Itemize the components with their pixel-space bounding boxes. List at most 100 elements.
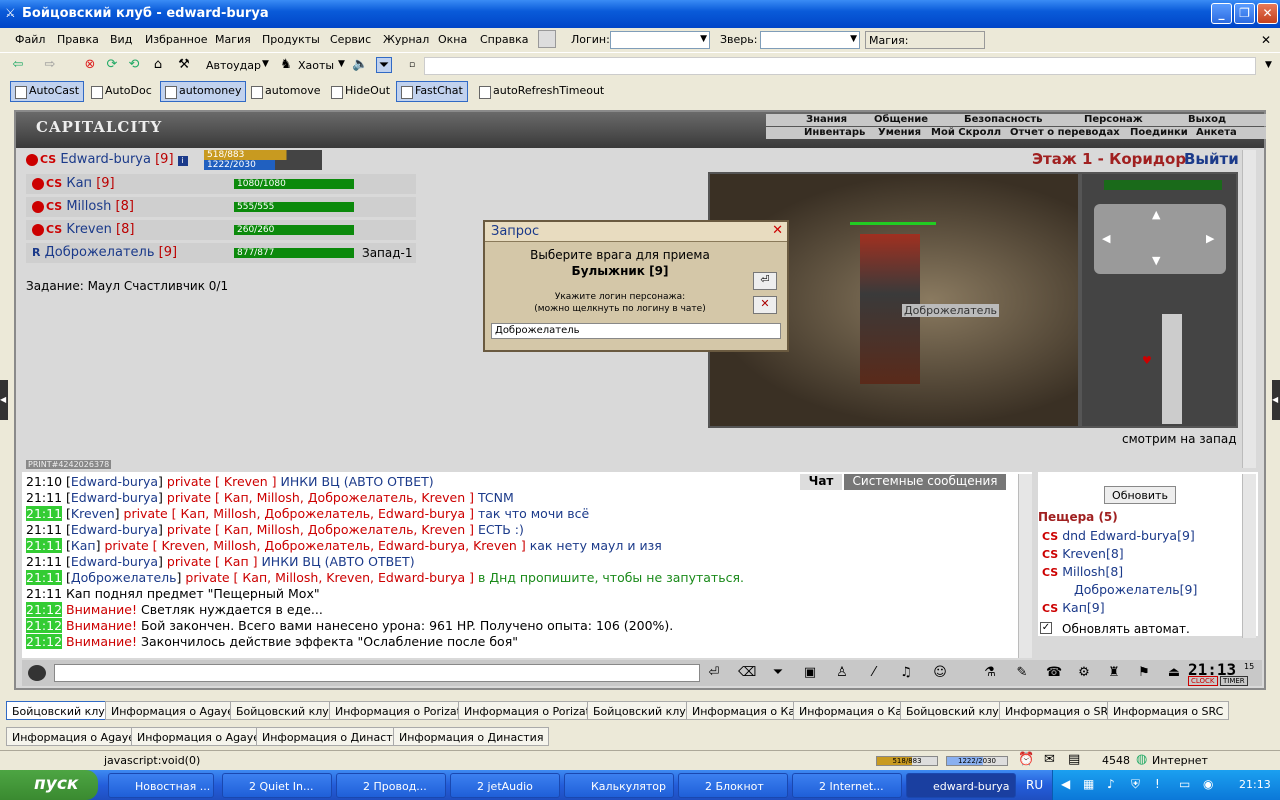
refresh-icon[interactable]: ⟳ — [104, 57, 120, 73]
nav-inventory[interactable]: Инвентарь — [804, 127, 865, 138]
chat-nick[interactable]: Доброжелатель — [71, 570, 177, 585]
beast-select[interactable]: ▼ — [760, 31, 860, 49]
speaker-icon[interactable]: ◉ — [1203, 777, 1213, 791]
tools-icon[interactable]: ⚙ — [1076, 665, 1092, 681]
refresh-button[interactable]: Обновить — [1104, 486, 1176, 504]
refresh-all-icon[interactable]: ⟲ — [126, 57, 142, 73]
login-select[interactable]: ▼ — [610, 31, 710, 49]
doc-tab[interactable]: Информация о Porizatel — [458, 701, 606, 720]
menu-windows[interactable]: Окна — [438, 33, 467, 46]
doc-tab[interactable]: Информация о Agayev — [105, 701, 247, 720]
filter-icon[interactable]: ⏷ — [376, 57, 392, 73]
exit-location-link[interactable]: Выйти — [1184, 150, 1239, 168]
left-collapse-handle[interactable]: ◀ — [0, 380, 8, 420]
close-doc-icon[interactable]: ✕ — [1261, 33, 1271, 47]
forward-icon[interactable]: ⇨ — [42, 57, 58, 73]
monitor-icon[interactable]: ▭ — [1179, 777, 1190, 791]
task-button-active[interactable]: edward-burya — [906, 773, 1016, 798]
minimap[interactable]: ♥ — [1122, 314, 1222, 424]
party-member[interactable]: R Доброжелатель [9] — [32, 245, 177, 260]
nav-profile[interactable]: Анкета — [1196, 127, 1237, 138]
tray-arrow-icon[interactable]: ◀ — [1061, 777, 1070, 791]
doc-tab[interactable]: Бойцовский клуб — [6, 701, 118, 720]
menu-favorites[interactable]: Избранное — [145, 33, 207, 46]
nav-battles[interactable]: Поединки — [1130, 127, 1188, 138]
language-indicator[interactable]: RU — [1026, 778, 1043, 792]
person-icon[interactable]: ♙ — [834, 665, 850, 681]
nav-transfer-report[interactable]: Отчет о переводах — [1010, 127, 1120, 138]
home-icon[interactable] — [538, 30, 556, 48]
tray-clock[interactable]: 21:13 — [1239, 778, 1271, 791]
plugin-hideout-button[interactable]: HideOut — [326, 81, 395, 102]
self-character[interactable]: CS Edward-burya [9] i — [26, 152, 188, 167]
address-dropdown-icon[interactable]: ▼ — [1265, 60, 1272, 70]
room-member[interactable]: Доброжелатель[9] — [1074, 582, 1197, 597]
chat-nick[interactable]: Edward-burya — [71, 490, 158, 505]
member-name[interactable]: Кап — [66, 176, 92, 191]
eraser-icon[interactable]: ⌫ — [738, 665, 756, 681]
filter-chat-icon[interactable]: ⏷ — [770, 665, 786, 681]
menu-magic[interactable]: Магия — [215, 33, 251, 46]
castle-icon[interactable]: ♜ — [1106, 665, 1122, 681]
nav-communication[interactable]: Общение — [874, 114, 928, 125]
doc-tab[interactable]: Бойцовский клуб — [900, 701, 1012, 720]
alarm-clock-icon[interactable]: ⏰ — [1018, 752, 1034, 767]
chat-nick[interactable]: Edward-burya — [71, 522, 158, 537]
back-icon[interactable]: ⇦ — [10, 57, 26, 73]
alert-icon[interactable]: ! — [1155, 777, 1160, 791]
plugin-automoney-button[interactable]: automoney — [160, 81, 247, 102]
menu-journal[interactable]: Журнал — [383, 33, 429, 46]
doc-tab[interactable]: Информация о SRC — [1107, 701, 1230, 720]
chat-input[interactable] — [54, 664, 700, 682]
scroll-status-icon[interactable]: ✉ — [1044, 752, 1055, 767]
chat-scrollbar[interactable] — [1018, 474, 1032, 658]
plugin-autocast-button[interactable]: AutoCast — [10, 81, 85, 102]
room-member[interactable]: CS Kreven[8] — [1042, 546, 1124, 561]
volume-icon[interactable]: ♪ — [1107, 777, 1115, 791]
stop-icon[interactable]: ⊗ — [82, 57, 98, 73]
nav-security[interactable]: Безопасность — [964, 114, 1043, 125]
doc-tab[interactable]: Бойцовский клуб — [230, 701, 342, 720]
plugin-fastchat-button[interactable]: FastChat — [396, 81, 468, 102]
doc-tab[interactable]: Информация о Династия — [393, 727, 550, 746]
arrow-up-icon[interactable]: ▲ — [1152, 208, 1160, 221]
task-button[interactable]: 2 Блокнот — [678, 773, 788, 798]
address-bar[interactable] — [424, 57, 1256, 75]
plugin-autodoc-button[interactable]: AutoDoc — [86, 81, 157, 102]
nav-exit[interactable]: Выход — [1188, 114, 1226, 125]
chat-nick[interactable]: Edward-burya — [71, 474, 158, 489]
flag-icon[interactable]: ⚑ — [1136, 665, 1152, 681]
autoudar-button[interactable]: Автоудар — [206, 59, 261, 72]
room-member[interactable]: CS Millosh[8] — [1042, 564, 1123, 579]
doc-tab[interactable]: Информация о Agayev — [131, 727, 273, 746]
slash-icon[interactable]: ⁄ — [866, 665, 882, 681]
maximize-button[interactable]: ❐ — [1234, 3, 1255, 24]
page-icon[interactable]: ▫ — [404, 57, 420, 73]
tools-icon[interactable]: ⚒ — [176, 57, 192, 73]
room-member[interactable]: CS Кап[9] — [1042, 600, 1105, 615]
doc-tab[interactable]: Информация о Кап — [686, 701, 809, 720]
nav-skills[interactable]: Умения — [878, 127, 921, 138]
sound-icon[interactable]: 🔈 — [352, 57, 368, 73]
timer-button[interactable]: TIMER — [1220, 676, 1248, 686]
game-scrollbar[interactable] — [1242, 150, 1256, 468]
nav-knowledge[interactable]: Знания — [806, 114, 847, 125]
task-button[interactable]: 2 Quiet In... — [222, 773, 332, 798]
phone-icon[interactable]: ☎ — [1046, 665, 1062, 681]
chat-nick[interactable]: Кап — [71, 538, 96, 553]
send-icon[interactable]: ⏎ — [706, 665, 722, 681]
arrow-down-icon[interactable]: ▼ — [1152, 254, 1160, 267]
menu-service[interactable]: Сервис — [330, 33, 371, 46]
music-icon[interactable]: ♫ — [898, 665, 914, 681]
party-member[interactable]: CS Millosh [8] — [32, 199, 134, 214]
nav-my-scroll[interactable]: Мой Скролл — [931, 127, 1001, 138]
room-scrollbar[interactable] — [1242, 474, 1256, 638]
doc-tab[interactable]: Информация о Династия — [256, 727, 413, 746]
auto-refresh-checkbox[interactable]: ✓ — [1040, 622, 1052, 634]
info-icon[interactable]: i — [177, 156, 188, 166]
emoticon-icon[interactable]: ☺ — [932, 665, 948, 681]
haos-button[interactable]: Хаоты — [298, 59, 334, 72]
potion-icon[interactable]: ⚗ — [982, 665, 998, 681]
smile-face-icon[interactable] — [28, 665, 46, 681]
server-icon[interactable]: ▤ — [1068, 752, 1080, 767]
